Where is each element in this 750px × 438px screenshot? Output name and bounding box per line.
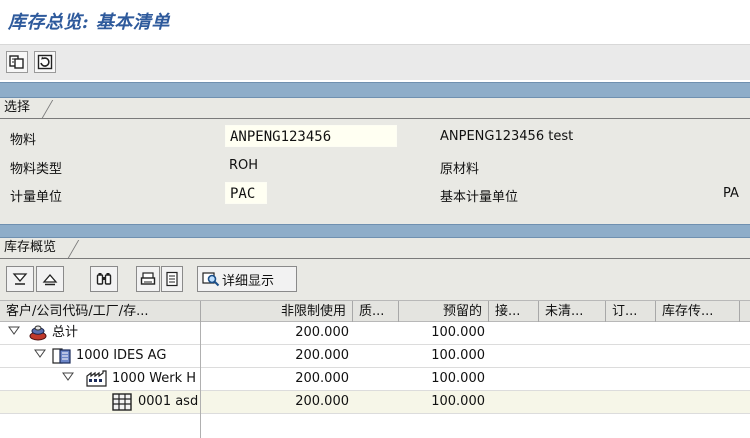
- selection-panel: 选择 物料 ANPENG123456 ANPENG123456 test 物料类…: [0, 98, 750, 224]
- material-field[interactable]: ANPENG123456: [225, 125, 397, 147]
- column-header-quality[interactable]: 质...: [353, 301, 399, 322]
- row-unrestricted: 200.000: [295, 394, 349, 409]
- unit-field[interactable]: PAC: [225, 182, 267, 204]
- detail-display-button[interactable]: 详细显示: [197, 266, 297, 292]
- application-toolbar: [0, 44, 750, 80]
- column-header-receipt[interactable]: 接...: [489, 301, 539, 322]
- row-reserved: 100.000: [431, 371, 485, 386]
- material-type-description: 原材料: [440, 162, 480, 177]
- table-row[interactable]: 总计 200.000 100.000: [0, 322, 750, 345]
- selection-section-label: 选择: [4, 100, 31, 115]
- row-name: 总计: [52, 325, 79, 340]
- column-header-stock-transfer[interactable]: 库存传...: [656, 301, 740, 322]
- selection-section-tab: 选择: [0, 98, 54, 118]
- print-button[interactable]: [136, 266, 160, 292]
- storage-icon: [112, 391, 136, 413]
- material-type-label: 物料类型: [10, 162, 63, 177]
- table-row[interactable]: 1000 Werk H 200.000 100.000: [0, 368, 750, 391]
- collapse-node-icon[interactable]: [8, 322, 22, 344]
- column-header-open[interactable]: 未清...: [539, 301, 606, 322]
- refresh-button[interactable]: [34, 51, 56, 73]
- row-reserved: 100.000: [431, 394, 485, 409]
- document-icon: [166, 271, 178, 287]
- stock-overview-tree-table: 客户/公司代码/工厂/存... 非限制使用 质... 预留的 接... 未清..…: [0, 300, 750, 438]
- copy-button[interactable]: [6, 51, 28, 73]
- overview-section-label: 库存概览: [4, 240, 57, 255]
- material-description: ANPENG123456 test: [440, 129, 574, 144]
- collapse-node-icon[interactable]: [62, 368, 76, 390]
- row-name: 1000 IDES AG: [76, 348, 167, 363]
- copy-icon: [9, 55, 24, 69]
- material-type-value: ROH: [229, 158, 259, 173]
- row-unrestricted: 200.000: [295, 325, 349, 340]
- row-name: 1000 Werk H: [112, 371, 197, 386]
- row-unrestricted: 200.000: [295, 348, 349, 363]
- table-row[interactable]: 0001 asd 200.000 100.000: [0, 391, 750, 414]
- column-header-unrestricted[interactable]: 非限制使用: [201, 301, 353, 322]
- stack-icon: [28, 322, 50, 344]
- magnifier-icon: [202, 272, 220, 287]
- column-header-more: [740, 301, 750, 322]
- header-band: [0, 82, 750, 98]
- row-unrestricted: 200.000: [295, 371, 349, 386]
- table-header: 客户/公司代码/工厂/存... 非限制使用 质... 预留的 接... 未清..…: [0, 300, 750, 322]
- unit-label: 计量单位: [10, 190, 63, 205]
- expand-all-button[interactable]: [6, 266, 34, 292]
- column-header-order[interactable]: 订...: [606, 301, 656, 322]
- refresh-icon: [37, 54, 53, 70]
- overview-section-tab: 库存概览: [0, 238, 80, 258]
- binoculars-icon: [96, 273, 112, 285]
- collapse-all-button[interactable]: [36, 266, 64, 292]
- base-unit-label: 基本计量单位: [440, 190, 519, 205]
- material-label: 物料: [10, 133, 37, 148]
- title-bar: 库存总览: 基本清单: [0, 0, 750, 40]
- detail-display-label: 详细显示: [222, 273, 275, 289]
- column-header-hierarchy[interactable]: 客户/公司代码/工厂/存...: [0, 301, 201, 322]
- print-icon: [140, 272, 156, 285]
- page-title: 库存总览: 基本清单: [8, 12, 170, 33]
- print-preview-button[interactable]: [161, 266, 183, 292]
- plant-icon: [86, 368, 110, 390]
- company-icon: [52, 345, 74, 367]
- row-reserved: 100.000: [431, 325, 485, 340]
- collapse-node-icon[interactable]: [34, 345, 48, 367]
- base-unit-value: PA: [723, 186, 739, 201]
- row-name: 0001 asd: [138, 394, 199, 409]
- expand-all-icon: [12, 273, 28, 285]
- column-header-reserved[interactable]: 预留的: [399, 301, 489, 322]
- sap-stock-overview-screen: 库存总览: 基本清单 选择 物料 ANPENG123456 ANPENG1234…: [0, 0, 750, 438]
- find-button[interactable]: [90, 266, 118, 292]
- table-row[interactable]: 1000 IDES AG 200.000 100.000: [0, 345, 750, 368]
- overview-band: [0, 224, 750, 238]
- row-reserved: 100.000: [431, 348, 485, 363]
- collapse-all-icon: [42, 274, 58, 286]
